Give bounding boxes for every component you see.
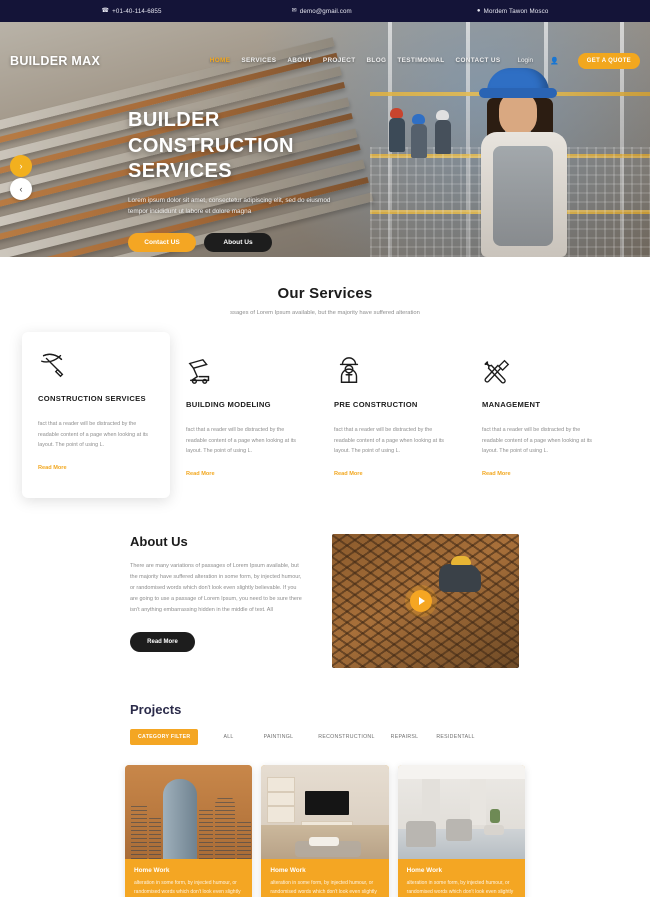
service-card-management[interactable]: MANAGEMENT fact that a reader will be di… — [466, 338, 614, 498]
service-read-more-link[interactable]: Read More — [482, 471, 511, 477]
projects-grid: Home Work alteration in some form, by in… — [0, 764, 650, 897]
service-read-more-link[interactable]: Read More — [38, 465, 67, 471]
service-text: fact that a reader will be distracted by… — [38, 421, 148, 449]
about-text-column: About Us There are many variations of pa… — [130, 534, 305, 668]
about-title: About Us — [130, 533, 188, 549]
about-paragraph: There are many variations of passages of… — [130, 562, 302, 613]
service-name: BUILDING MODELING — [186, 400, 271, 409]
hero-title: BUILDER CONSTRUCTION SERVICES — [128, 108, 418, 185]
phone-icon: ☎ — [101, 8, 110, 14]
crane-icon — [186, 354, 302, 386]
living-room-photo — [261, 764, 389, 859]
hero-title-line-2: CONSTRUCTION — [128, 134, 294, 157]
project-description: alteration in some form, by injected hum… — [270, 879, 377, 896]
project-card[interactable]: Home Work alteration in some form, by in… — [125, 764, 253, 897]
project-name: Home Work — [134, 866, 170, 874]
about-worker-photo — [437, 555, 481, 596]
topbar-location-text: Mordem Tawon Mosco — [483, 7, 549, 15]
filter-all[interactable]: ALL — [223, 729, 233, 745]
hero-title-line-1: BUILDER — [128, 109, 220, 131]
nav-item-home[interactable]: HOME — [210, 57, 231, 64]
hero-worker-photo — [465, 68, 595, 257]
get-a-quote-button[interactable]: GET A QUOTE — [577, 52, 640, 69]
map-pin-icon: ● — [476, 8, 481, 14]
services-card-row: CONSTRUCTION SERVICES fact that a reader… — [0, 332, 650, 498]
project-description: alteration in some form, by injected hum… — [406, 879, 514, 896]
play-icon[interactable] — [410, 589, 432, 612]
nav-item-testimonial[interactable]: TESTIMONIAL — [397, 57, 444, 64]
nav-item-blog[interactable]: BLOG — [366, 57, 386, 64]
pickaxe-icon — [38, 348, 154, 380]
project-card-body: Home Work alteration in some form, by in… — [397, 858, 525, 897]
project-card-body: Home Work alteration in some form, by in… — [261, 858, 389, 897]
project-card[interactable]: Home Work alteration in some form, by in… — [397, 764, 525, 897]
project-name: Home Work — [270, 866, 306, 874]
about-video-thumbnail[interactable] — [332, 533, 519, 668]
envelope-icon: ✉ — [291, 8, 297, 14]
project-description: alteration in some form, by injected hum… — [134, 879, 241, 896]
topbar-email[interactable]: ✉ demo@gmail.com — [292, 8, 352, 15]
hero-content: BUILDER CONSTRUCTION SERVICES Lorem ipsu… — [128, 108, 418, 253]
hero-subtitle: Lorem ipsum dolor sit amet, consectetur … — [128, 196, 331, 215]
about-section: About Us There are many variations of pa… — [0, 498, 650, 668]
hero-title-line-3: SERVICES — [128, 160, 232, 183]
filter-residentall[interactable]: RESIDENTALL — [436, 729, 474, 745]
project-name: Home Work — [406, 866, 443, 874]
service-name: CONSTRUCTION SERVICES — [38, 394, 146, 403]
projects-title: Projects — [130, 701, 182, 717]
worker-icon — [334, 354, 450, 386]
filter-reconstructionl[interactable]: RECONSTRUCTIONL — [318, 729, 374, 745]
nav-item-about[interactable]: ABOUT — [287, 57, 311, 64]
project-card-body: Home Work alteration in some form, by in… — [125, 858, 253, 897]
nav-item-project[interactable]: PROJECT — [323, 57, 356, 64]
service-name: MANAGEMENT — [482, 400, 541, 409]
contact-us-button[interactable]: Contact US — [128, 233, 196, 253]
skyscraper-photo — [125, 764, 253, 859]
services-title: Our Services — [277, 285, 373, 302]
topbar-email-text: demo@gmail.com — [299, 7, 352, 15]
service-name: PRE CONSTRUCTION — [334, 400, 418, 409]
carousel-prev-arrow-icon[interactable]: ‹ — [10, 178, 32, 200]
main-navbar: BUILDER MAX HOME SERVICES ABOUT PROJECT … — [0, 44, 650, 77]
site-logo[interactable]: BUILDER MAX — [10, 54, 100, 68]
service-read-more-link[interactable]: Read More — [334, 471, 363, 477]
projects-section: Projects CATEGORY FILTER ALL PAINTINGL R… — [0, 668, 650, 745]
service-card-construction-services[interactable]: CONSTRUCTION SERVICES fact that a reader… — [22, 332, 170, 498]
top-contact-bar: ☎ +01-40-114-6855 ✉ demo@gmail.com ● Mor… — [0, 0, 650, 22]
hammer-wrench-icon — [482, 354, 598, 386]
filter-category-chip[interactable]: CATEGORY FILTER — [130, 728, 199, 745]
service-text: fact that a reader will be distracted by… — [482, 427, 592, 455]
services-section: Our Services ssages of Lorem Ipsum avail… — [0, 257, 650, 498]
topbar-location[interactable]: ● Mordem Tawon Mosco — [477, 8, 549, 15]
carousel-next-arrow-icon[interactable]: › — [10, 155, 32, 177]
service-text: fact that a reader will be distracted by… — [334, 427, 444, 455]
service-read-more-link[interactable]: Read More — [186, 471, 215, 477]
about-read-more-button[interactable]: Read More — [130, 631, 195, 652]
filter-repairsl[interactable]: REPAIRSL — [391, 729, 419, 745]
topbar-phone-text: +01-40-114-6855 — [112, 7, 162, 15]
projects-filter-bar: CATEGORY FILTER ALL PAINTINGL RECONSTRUC… — [130, 728, 520, 745]
hero-buttons: Contact US About Us — [128, 233, 418, 253]
login-link[interactable]: Login — [517, 57, 533, 64]
services-subtitle: ssages of Lorem Ipsum available, but the… — [230, 310, 420, 316]
nav-item-contact-us[interactable]: CONTACT US — [456, 57, 501, 64]
page-root: ☎ +01-40-114-6855 ✉ demo@gmail.com ● Mor… — [0, 0, 650, 897]
filter-paintingl[interactable]: PAINTINGL — [264, 729, 294, 745]
user-icon[interactable]: 👤 — [550, 57, 559, 65]
hero-banner: BUILDER MAX HOME SERVICES ABOUT PROJECT … — [0, 22, 650, 257]
nav-item-services[interactable]: SERVICES — [241, 57, 276, 64]
service-card-building-modeling[interactable]: BUILDING MODELING fact that a reader wil… — [170, 338, 318, 498]
service-text: fact that a reader will be distracted by… — [186, 427, 296, 455]
about-us-button[interactable]: About Us — [204, 233, 272, 253]
lounge-photo — [397, 764, 525, 859]
project-card[interactable]: Home Work alteration in some form, by in… — [261, 764, 389, 897]
service-card-pre-construction[interactable]: PRE CONSTRUCTION fact that a reader will… — [318, 338, 466, 498]
topbar-phone[interactable]: ☎ +01-40-114-6855 — [102, 8, 162, 15]
nav-links: HOME SERVICES ABOUT PROJECT BLOG TESTIMO… — [210, 52, 640, 69]
